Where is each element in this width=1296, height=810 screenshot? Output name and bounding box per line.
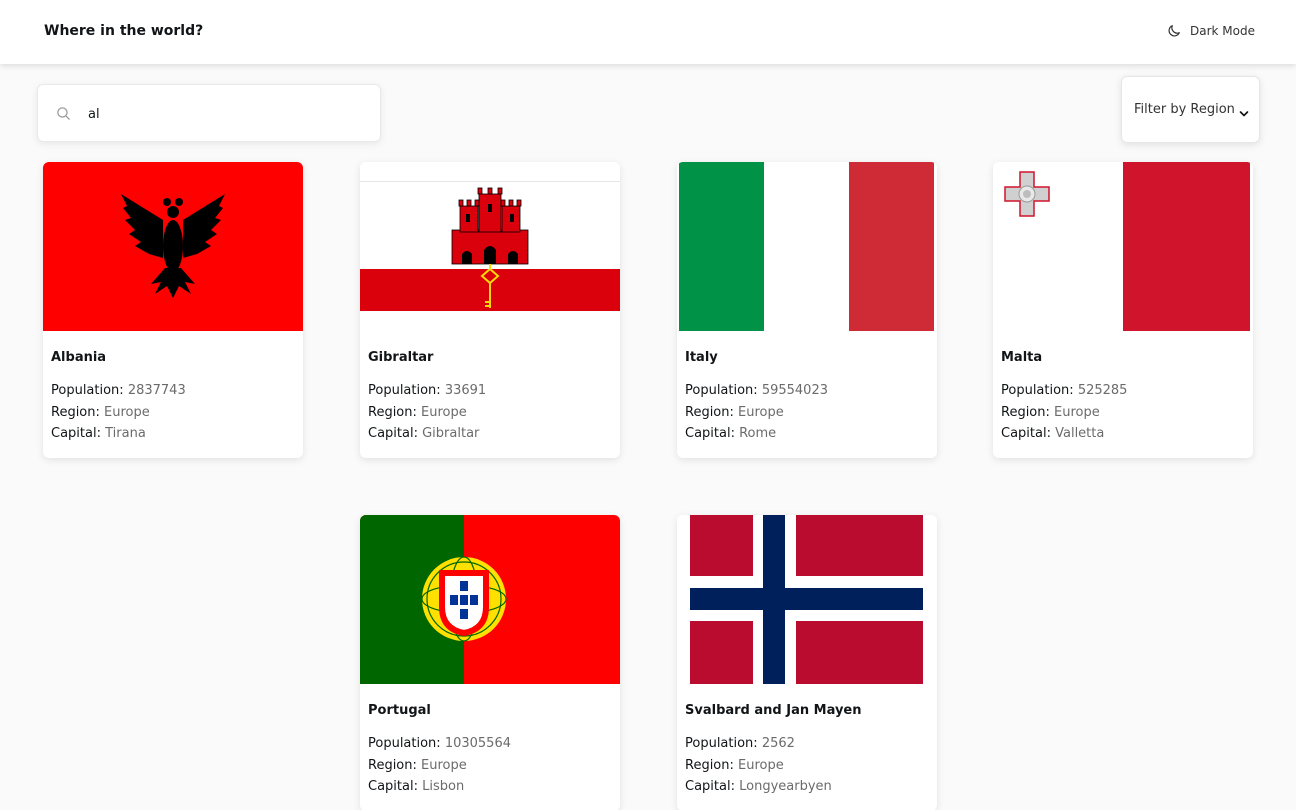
dark-mode-toggle[interactable]: Dark Mode [1166, 20, 1255, 42]
capital-label: Capital: [368, 779, 418, 794]
country-name: Malta [1001, 350, 1043, 365]
albania-flag-icon [43, 162, 303, 331]
capital-label: Capital: [368, 426, 418, 441]
capital-label: Capital: [685, 779, 735, 794]
population-label: Population: [685, 383, 758, 398]
population-label: Population: [1001, 383, 1074, 398]
country-name: Svalbard and Jan Mayen [685, 703, 862, 718]
capital-label: Capital: [1001, 426, 1051, 441]
country-name: Portugal [368, 703, 431, 718]
country-card-albania[interactable]: Albania Population: 2837743 Region: Euro… [43, 162, 303, 458]
region-filter-label: Filter by Region [1134, 102, 1235, 117]
country-card-gibraltar[interactable]: Gibraltar Population: 33691 Region: Euro… [360, 162, 620, 458]
portugal-flag-icon [360, 515, 620, 684]
country-card-svalbard-and-jan-mayen[interactable]: Svalbard and Jan Mayen Population: 2562 … [677, 515, 937, 810]
region-value: Europe [421, 404, 467, 420]
norway-flag-icon [677, 515, 937, 684]
capital-value: Tirana [105, 426, 146, 441]
population-label: Population: [51, 383, 124, 398]
capital-label: Capital: [51, 426, 101, 441]
population-label: Population: [685, 736, 758, 751]
chevron-down-icon [1239, 107, 1249, 122]
population-label: Population: [368, 736, 441, 751]
app-title: Where in the world? [44, 23, 204, 39]
capital-value: Lisbon [422, 779, 465, 794]
capital-label: Capital: [685, 426, 735, 441]
region-value: Europe [1054, 404, 1100, 420]
search-icon [55, 105, 72, 126]
italy-flag-icon [677, 162, 937, 331]
region-value: Europe [421, 757, 467, 773]
population-value: 33691 [444, 383, 487, 398]
region-label: Region: [368, 404, 417, 420]
country-name: Albania [51, 350, 107, 365]
gibraltar-flag-icon [360, 162, 620, 331]
region-value: Europe [104, 404, 150, 420]
capital-value: Rome [739, 426, 777, 441]
country-card-portugal[interactable]: Portugal Population: 10305564 Region: Eu… [360, 515, 620, 810]
country-name: Italy [685, 350, 718, 365]
region-value: Europe [738, 757, 784, 773]
population-value: 59554023 [761, 383, 828, 398]
dark-mode-label: Dark Mode [1190, 24, 1255, 38]
malta-flag-icon [993, 162, 1253, 331]
country-name: Gibraltar [368, 350, 434, 365]
region-label: Region: [1001, 404, 1050, 420]
region-filter-select[interactable]: Filter by Region [1121, 76, 1260, 143]
region-label: Region: [51, 404, 100, 420]
population-value: 2837743 [127, 383, 186, 398]
population-label: Population: [368, 383, 441, 398]
population-value: 525285 [1077, 383, 1128, 398]
region-value: Europe [738, 404, 784, 420]
region-label: Region: [368, 757, 417, 773]
capital-value: Gibraltar [422, 426, 480, 441]
population-value: 10305564 [444, 736, 511, 751]
population-value: 2562 [761, 736, 795, 751]
moon-icon [1166, 23, 1182, 39]
capital-value: Valletta [1055, 426, 1105, 441]
country-card-italy[interactable]: Italy Population: 59554023 Region: Europ… [677, 162, 937, 458]
search-box[interactable] [37, 84, 381, 142]
search-input[interactable] [88, 99, 368, 129]
region-label: Region: [685, 757, 734, 773]
capital-value: Longyearbyen [739, 779, 832, 794]
country-card-malta[interactable]: Malta Population: 525285 Region: Europe … [993, 162, 1253, 458]
site-header: Where in the world? Dark Mode [0, 0, 1296, 64]
region-label: Region: [685, 404, 734, 420]
